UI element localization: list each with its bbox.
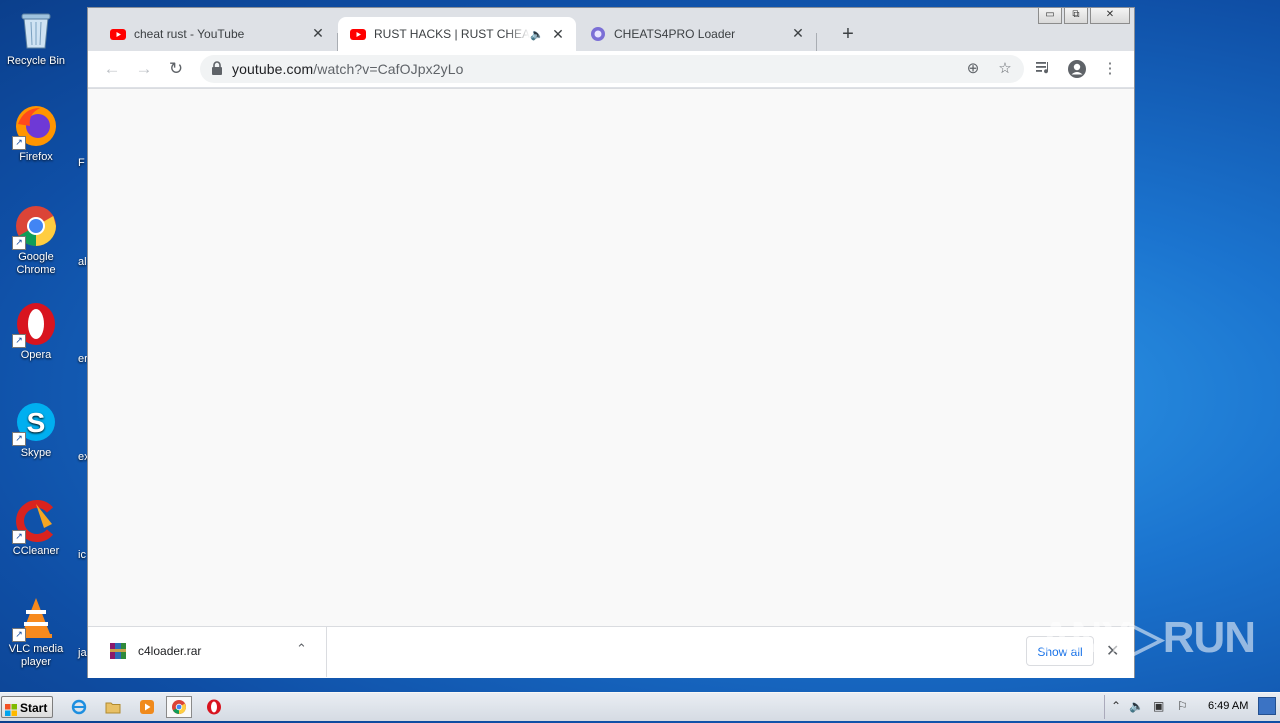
page-content[interactable] [88,88,1134,627]
firefox-icon: ↗ [12,104,58,150]
download-shelf: c4loader.rar ⌃ Show all ✕ [88,626,1134,678]
browser-toolbar: ← → ↻ youtube.com/watch?v=CafOJpx2yLo ⊕ … [88,51,1134,87]
desktop-icon-label: Skype [20,447,52,459]
tab-close-icon[interactable]: ✕ [790,25,806,42]
desktop-icon-label: VLC media player [8,643,64,668]
desktop-icon-google-chrome[interactable]: ↗ Google Chrome [4,204,68,277]
chrome-menu-icon[interactable]: ⋮ [1100,59,1120,79]
profile-avatar-icon[interactable] [1067,59,1087,79]
skype-icon: S ↗ [12,400,58,446]
show-desktop-button[interactable] [1258,697,1276,715]
tab-rust-hacks[interactable]: RUST HACKS | RUST CHEATS FREE 🔈 ✕ [338,17,576,51]
tab-cheats4pro-loader[interactable]: CHEATS4PRO Loader ✕ [578,17,816,50]
url-host: youtube.com [232,61,314,77]
shortcut-arrow-icon: ↗ [12,334,26,348]
ccleaner-icon: ↗ [12,498,58,544]
bookmark-star-icon[interactable]: ☆ [996,60,1014,78]
taskbar-opera[interactable] [201,696,227,718]
taskbar-chrome[interactable] [166,696,192,718]
tab-title: CHEATS4PRO Loader [614,26,736,41]
desktop-icons: Recycle Bin ↗ Firefox ↗ Google Chrome ↗ … [0,0,90,692]
tab-close-icon[interactable]: ✕ [310,25,326,42]
winrar-archive-icon [110,643,126,659]
folder-icon [105,702,121,714]
cheats4pro-icon [590,26,606,42]
tab-title: cheat rust - YouTube [134,26,245,41]
lock-icon [212,61,222,75]
url-text: youtube.com/watch?v=CafOJpx2yLo [232,61,464,77]
opera-icon: ↗ [12,302,58,348]
vlc-icon: ↗ [12,596,58,642]
desktop-icon-skype[interactable]: S ↗ Skype [4,400,68,460]
desktop-partial-label: ic [78,549,86,561]
media-player-icon [140,700,154,714]
address-bar[interactable]: youtube.com/watch?v=CafOJpx2yLo ⊕ ☆ [200,55,1024,83]
taskbar-explorer[interactable] [100,696,126,718]
chevron-up-icon[interactable]: ⌃ [296,641,307,657]
tab-close-icon[interactable]: ✕ [550,26,566,43]
forward-button[interactable]: → [134,59,154,79]
shortcut-arrow-icon: ↗ [12,628,26,642]
url-path: /watch?v=CafOJpx2yLo [313,61,464,77]
desktop-partial-label: al [78,256,87,268]
tab-cheat-rust[interactable]: cheat rust - YouTube ✕ [98,17,336,50]
shortcut-arrow-icon: ↗ [12,136,26,150]
shortcut-arrow-icon: ↗ [12,236,26,250]
tab-separator [816,33,817,53]
desktop-partial-label: F [78,157,85,169]
new-tab-button[interactable]: + [836,23,860,46]
desktop-icon-ccleaner[interactable]: ↗ CCleaner [4,498,68,558]
taskbar-ie[interactable] [66,696,92,718]
anyrun-watermark: ANY▷RUN [1040,613,1256,662]
desktop-icon-opera[interactable]: ↗ Opera [4,302,68,362]
desktop-icon-label: Firefox [19,151,53,163]
start-button[interactable]: Start [1,696,53,718]
download-item[interactable]: c4loader.rar ⌃ [88,627,327,677]
show-hidden-icons-icon[interactable]: ⌃ [1111,699,1121,713]
install-app-icon[interactable]: ⊕ [964,60,982,78]
desktop-icon-label: Google Chrome [16,251,56,276]
opera-icon [207,699,221,715]
media-controls-icon[interactable] [1034,59,1054,79]
clock[interactable]: 6:49 AM [1208,700,1248,712]
desktop-icon-label: Recycle Bin [6,55,66,67]
desktop-partial-label: ja [78,647,87,659]
volume-icon[interactable]: 🔈 [1129,699,1144,713]
desktop-icon-label: Opera [20,349,52,361]
svg-text:S: S [27,407,46,438]
taskbar: Start ⌃ 🔈 ▣ ⚐ 6:49 AM [0,692,1280,721]
chrome-icon: ↗ [12,204,58,250]
taskbar-media-player[interactable] [134,696,160,718]
tab-strip: cheat rust - YouTube ✕ RUST HACKS | RUST… [98,17,1134,53]
tab-title: RUST HACKS | RUST CHEATS FREE [374,27,530,41]
windows-logo-icon [5,701,17,716]
youtube-icon [110,26,126,42]
shortcut-arrow-icon: ↗ [12,530,26,544]
desktop-icon-label: CCleaner [12,545,60,557]
shortcut-arrow-icon: ↗ [12,432,26,446]
internet-explorer-icon [71,699,87,715]
chrome-window: ▭ ⧉ ✕ cheat rust - YouTube ✕ RUST HACKS … [87,7,1135,678]
action-center-flag-icon[interactable]: ⚐ [1177,699,1188,713]
youtube-icon [350,26,366,42]
recycle-bin-icon [14,8,58,52]
desktop-icon-firefox[interactable]: ↗ Firefox [4,104,68,164]
desktop-icon-vlc[interactable]: ↗ VLC media player [4,596,68,669]
start-label: Start [20,701,48,715]
network-icon[interactable]: ▣ [1153,699,1164,713]
audio-playing-icon[interactable]: 🔈 [530,28,544,41]
chrome-icon [172,700,186,714]
back-button[interactable]: ← [102,59,122,79]
reload-button[interactable]: ↻ [166,59,186,79]
download-filename: c4loader.rar [138,644,202,658]
desktop-icon-recycle-bin[interactable]: Recycle Bin [4,8,68,68]
